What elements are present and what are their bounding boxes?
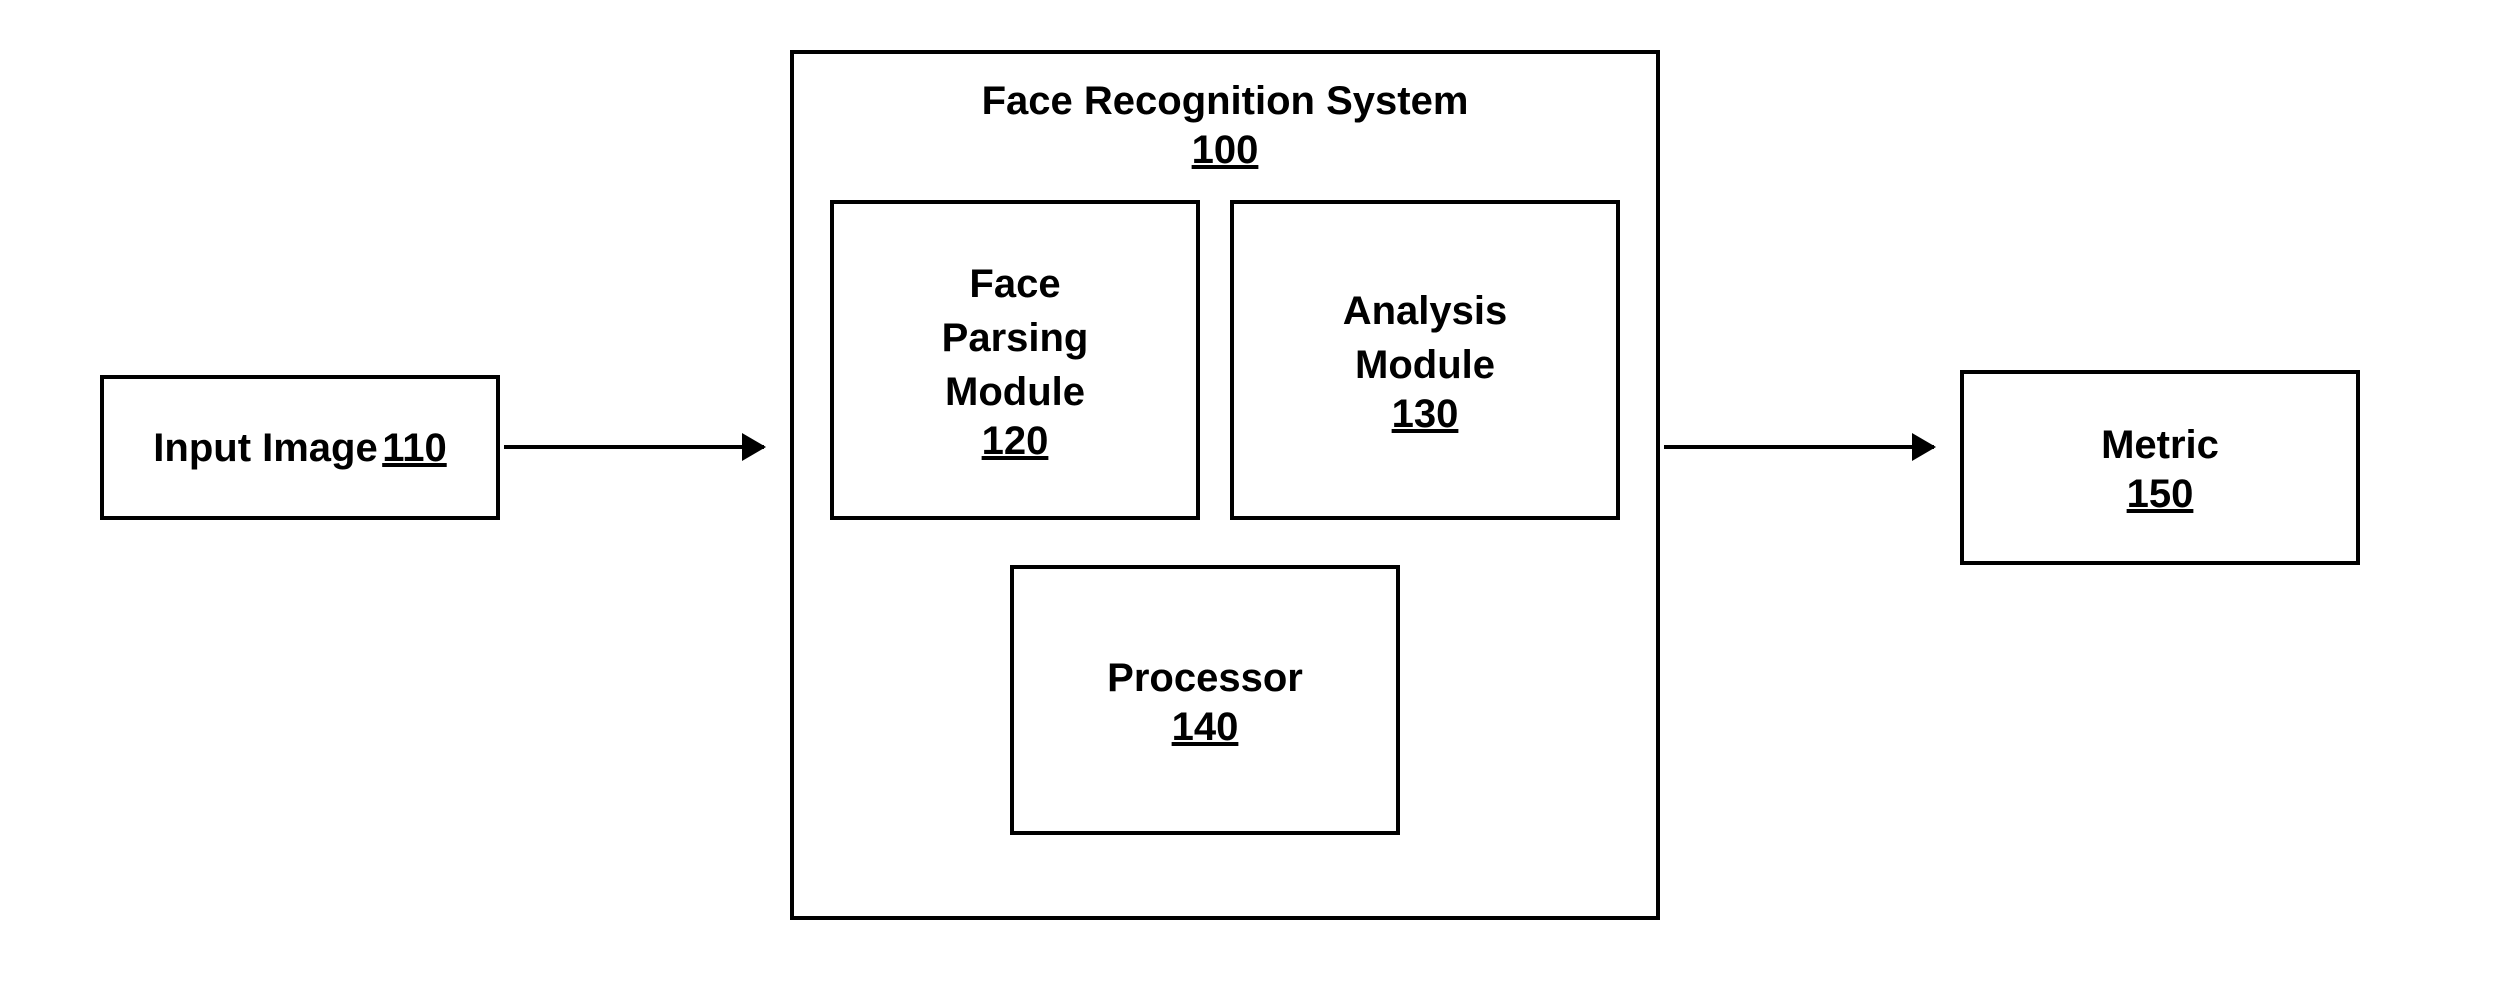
processor-label: Processor [1107,651,1303,705]
input-image-number: 110 [382,426,447,470]
face-parsing-number: 120 [982,419,1049,464]
metric-label: Metric [2101,418,2219,472]
analysis-number: 130 [1392,392,1459,437]
input-image-box: Input Image 110 [100,375,500,520]
input-image-label: Input Image [153,426,377,470]
face-parsing-module-box: Face Parsing Module 120 [830,200,1200,520]
face-parsing-label: Face Parsing Module [942,257,1089,419]
analysis-module-box: Analysis Module 130 [1230,200,1620,520]
system-title-area: Face Recognition System 100 [794,74,1656,173]
metric-number: 150 [2127,472,2194,517]
arrow-system-to-output [1664,445,1934,449]
system-title: Face Recognition System [794,74,1656,128]
processor-number: 140 [1172,705,1239,750]
processor-box: Processor 140 [1010,565,1400,835]
metric-box: Metric 150 [1960,370,2360,565]
analysis-label: Analysis Module [1343,284,1508,392]
arrow-input-to-system [504,445,764,449]
system-number: 100 [794,128,1656,173]
